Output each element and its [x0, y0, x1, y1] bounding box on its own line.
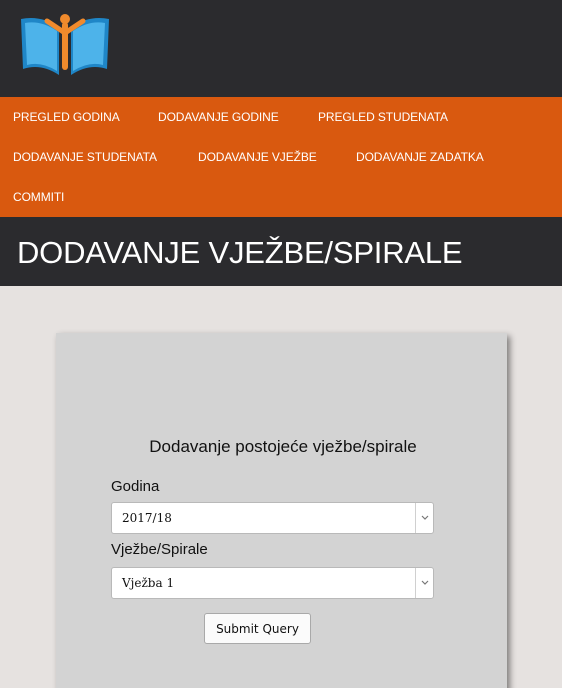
nav-dodavanje-studenata[interactable]: DODAVANJE STUDENATA	[13, 150, 157, 164]
chevron-down-icon[interactable]	[415, 568, 433, 598]
godina-select[interactable]: 2017/18	[111, 502, 434, 534]
submit-button[interactable]: Submit Query	[204, 613, 311, 644]
page-title-bar: DODAVANJE VJEŽBE/SPIRALE	[0, 217, 562, 286]
nav-pregled-studenata[interactable]: PREGLED STUDENATA	[318, 110, 448, 124]
godina-select-value: 2017/18	[122, 511, 172, 525]
page-title: DODAVANJE VJEŽBE/SPIRALE	[17, 235, 463, 270]
book-with-person-logo[interactable]	[19, 13, 111, 77]
godina-label: Godina	[111, 478, 160, 495]
vjezbe-label: Vježbe/Spirale	[111, 541, 208, 558]
nav-dodavanje-godine[interactable]: DODAVANJE GODINE	[158, 110, 279, 124]
nav-dodavanje-zadatka[interactable]: DODAVANJE ZADATKA	[356, 150, 484, 164]
chevron-down-icon[interactable]	[415, 503, 433, 533]
main-nav: PREGLED GODINA DODAVANJE GODINE PREGLED …	[0, 97, 562, 217]
nav-pregled-godina[interactable]: PREGLED GODINA	[13, 110, 120, 124]
nav-commiti[interactable]: COMMITI	[13, 190, 64, 204]
form-heading: Dodavanje postojeće vježbe/spirale	[149, 437, 417, 456]
form-panel: Dodavanje postojeće vježbe/spirale Godin…	[56, 333, 507, 688]
site-header	[0, 0, 562, 97]
vjezbe-select[interactable]: Vježba 1	[111, 567, 434, 599]
nav-dodavanje-vjezbe[interactable]: DODAVANJE VJEŽBE	[198, 150, 317, 164]
vjezbe-select-value: Vježba 1	[122, 576, 175, 590]
